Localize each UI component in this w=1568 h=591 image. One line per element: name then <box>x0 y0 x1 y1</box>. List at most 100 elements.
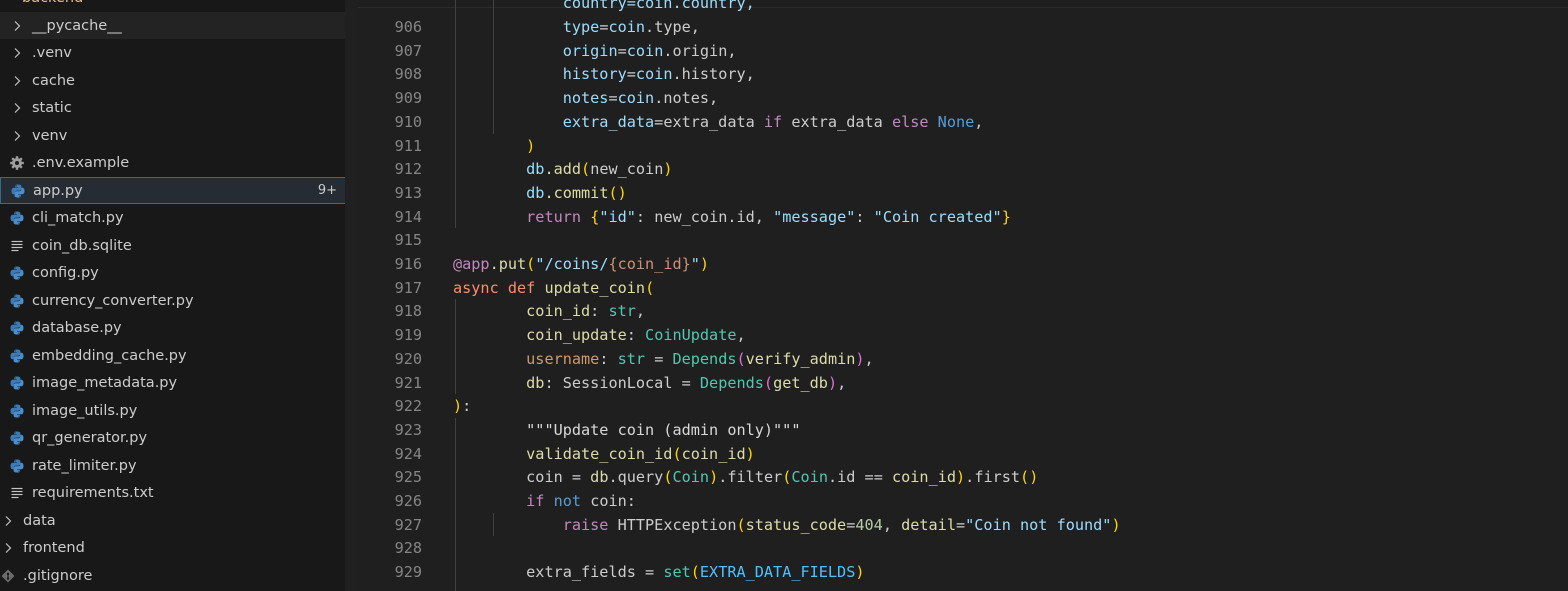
code-token: ) <box>855 563 865 582</box>
code-token: extra_fields = <box>526 563 664 582</box>
code-token: status_code <box>745 515 847 534</box>
indent-guide <box>493 0 494 134</box>
tree-folder-cache[interactable]: cache <box>0 67 358 94</box>
code-line: 913 db.commit() <box>358 181 1568 205</box>
problems-badge: 9+ <box>317 183 337 198</box>
text-lines-icon <box>9 485 25 501</box>
tree-file-app-py[interactable]: app.py 9+ <box>0 177 358 204</box>
tree-file-currency-converter-py[interactable]: currency_converter.py <box>0 287 358 314</box>
code-token: "/coins/ <box>535 255 609 273</box>
chevron-right-icon <box>9 128 25 144</box>
code-token: coin_update <box>526 326 627 345</box>
code-token: : <box>626 326 646 345</box>
tree-file-requirements-txt[interactable]: requirements.txt <box>0 480 358 507</box>
tree-file-qr-generator-py[interactable]: qr_generator.py <box>0 425 358 452</box>
code-line: 920 username: str = Depends(verify_admin… <box>358 347 1568 371</box>
tree-item-label: requirements.txt <box>32 485 154 501</box>
tree-file-image-utils-py[interactable]: image_utils.py <box>0 397 358 424</box>
code-token: db <box>526 373 545 392</box>
tree-folder-venv[interactable]: venv <box>0 122 358 149</box>
code-token: , <box>635 302 646 321</box>
code-line: 925 coin = db.query(Coin).filter(Coin.id… <box>358 465 1568 489</box>
line-number: 928 <box>394 539 422 558</box>
code-line: 928 <box>358 536 1568 560</box>
line-number: 926 <box>394 492 422 510</box>
tree-item-label: image_utils.py <box>32 402 138 419</box>
code-token: .id == <box>827 468 892 487</box>
code-text: coin_update: CoinUpdate, <box>453 323 746 347</box>
tree-item-label: frontend <box>23 540 85 556</box>
code-token: : <box>590 302 609 321</box>
tree-file-env-example[interactable]: .env.example <box>0 150 358 177</box>
code-token: if <box>526 492 545 510</box>
tree-folder-pycache[interactable]: __pycache__ <box>0 12 358 39</box>
tree-file-gitignore[interactable]: .gitignore <box>0 562 358 589</box>
tree-folder-data[interactable]: data <box>0 507 358 534</box>
tree-folder-venv[interactable]: .venv <box>0 40 358 67</box>
line-number: 916 <box>394 255 422 273</box>
tree-file-rate-limiter-py[interactable]: rate_limiter.py <box>0 452 358 479</box>
code-token: CoinUpdate <box>645 326 737 345</box>
code-token: None <box>937 112 975 131</box>
indent-guide <box>493 512 494 537</box>
code-token: coin <box>608 18 646 36</box>
code-editor[interactable]: country=coin.country, 906 type=coin.type,… <box>358 0 1568 591</box>
tree-file-image-metadata-py[interactable]: image_metadata.py <box>0 370 358 397</box>
tree-item-label: .gitignore <box>23 567 93 584</box>
python-icon <box>9 375 25 391</box>
tree-item-label: data <box>23 512 56 529</box>
tree-item-label: rate_limiter.py <box>32 457 137 474</box>
tree-file-cli-match-py[interactable]: cli_match.py <box>0 205 358 232</box>
code-token: type <box>562 18 600 36</box>
chevron-right-icon <box>0 513 16 529</box>
code-token: notes <box>562 89 609 108</box>
tree-file-coin-db-sqlite[interactable]: coin_db.sqlite <box>0 232 358 259</box>
tree-item-label: backend <box>22 0 358 6</box>
chevron-right-icon <box>9 100 25 116</box>
tree-item-label: config.py <box>32 265 99 281</box>
line-number: 908 <box>394 65 422 84</box>
tree-file-config-py[interactable]: config.py <box>0 260 358 287</box>
code-text: ): <box>453 394 471 418</box>
tree-file-database-py[interactable]: database.py <box>0 315 358 342</box>
explorer-scrollbar[interactable] <box>345 0 358 591</box>
line-number: 917 <box>394 278 422 297</box>
code-token: def <box>507 278 536 297</box>
code-text: coin = db.query(Coin).filter(Coin.id == … <box>453 465 1038 489</box>
python-icon <box>9 265 25 281</box>
line-number: 920 <box>394 349 422 368</box>
code-text: db: SessionLocal = Depends(get_db), <box>453 371 846 395</box>
code-text: country=coin.country, <box>453 0 755 13</box>
code-line: 919 coin_update: CoinUpdate, <box>358 323 1568 347</box>
tree-folder-static[interactable]: static <box>0 95 358 122</box>
indent-guide <box>455 417 456 591</box>
tree-file-embedding-cache-py[interactable]: embedding_cache.py <box>0 342 358 369</box>
code-text: return {"id": new_coin.id, "message": "C… <box>453 205 1011 229</box>
code-token: 404 <box>855 515 883 534</box>
code-token: : new_coin.id, <box>635 207 774 226</box>
explorer-root-folder[interactable]: backend <box>0 0 358 11</box>
code-token: = <box>955 515 966 534</box>
code-line: 917 async def update_coin( <box>358 276 1568 300</box>
code-token: , <box>736 326 746 345</box>
code-text: type=coin.type, <box>453 15 700 39</box>
code-text: origin=coin.origin, <box>453 39 737 63</box>
code-line: 926 if not coin: <box>358 489 1568 513</box>
code-token: .add <box>544 160 582 179</box>
tree-folder-frontend[interactable]: frontend <box>0 535 358 562</box>
code-token: not <box>553 492 582 510</box>
code-text: db.add(new_coin) <box>453 157 672 181</box>
code-line: 929 extra_fields = set(EXTRA_DATA_FIELDS… <box>358 560 1568 584</box>
tree-item-label: .env.example <box>32 155 130 171</box>
code-token: , <box>974 112 984 131</box>
code-line: 907 origin=coin.origin, <box>358 39 1568 63</box>
code-text: extra_fields = set(EXTRA_DATA_FIELDS) <box>453 560 865 584</box>
